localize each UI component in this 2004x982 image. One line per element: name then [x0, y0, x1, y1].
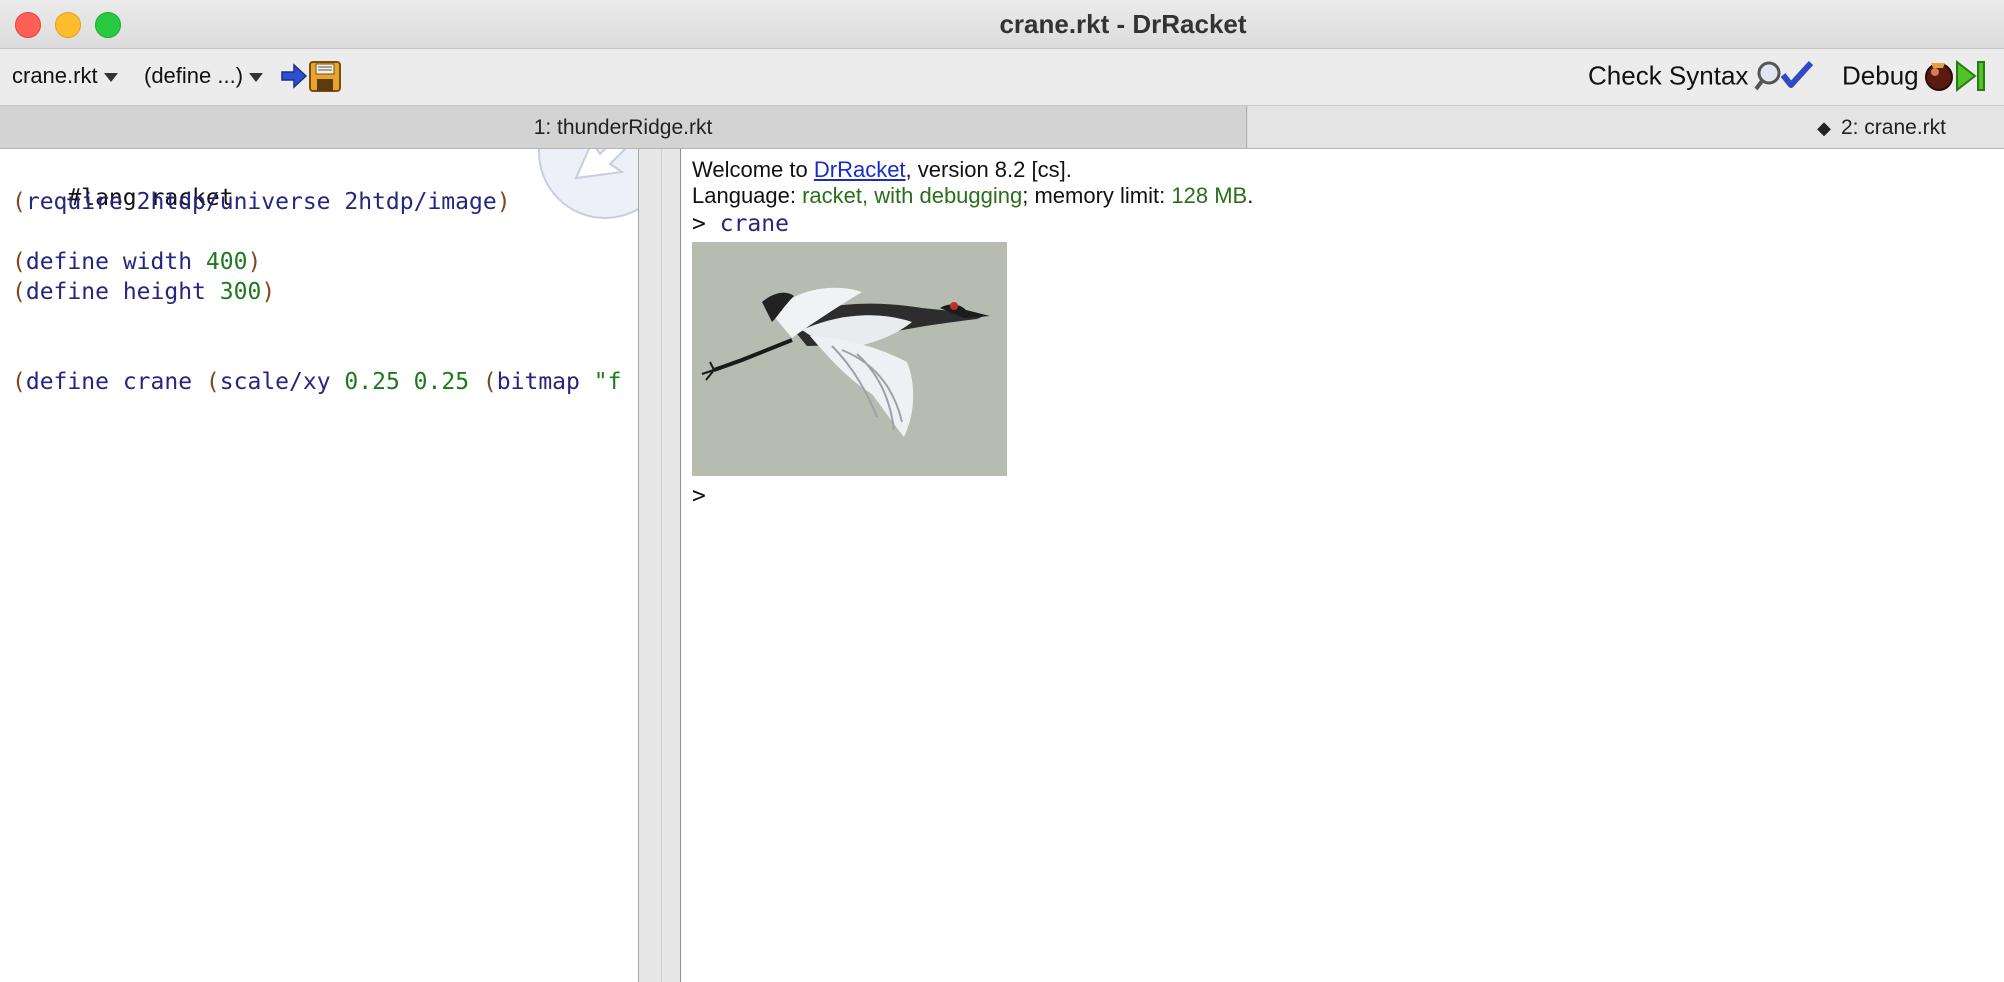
- crane-image: [692, 242, 1007, 476]
- tab-thunderridge[interactable]: 1: thunderRidge.rkt: [0, 106, 1247, 148]
- define-menu-label: (define ...): [144, 63, 244, 88]
- online-check-badge[interactable]: [538, 149, 638, 219]
- crane-name: crane: [122, 369, 193, 395]
- file-menu-label: crane.rkt: [12, 63, 98, 88]
- repl-prompt-empty[interactable]: >: [692, 483, 706, 509]
- language-prefix: Language:: [692, 183, 803, 208]
- height-name: height: [122, 279, 206, 305]
- language-value: racket, with debugging: [802, 183, 1023, 208]
- debug-icon: [1925, 59, 1986, 93]
- code-line-height: (define height 300): [12, 279, 276, 305]
- toolbar: crane.rkt (define ...) Check Syntax Debu…: [0, 49, 2004, 106]
- welcome-suffix: , version 8.2 [cs].: [905, 157, 1072, 182]
- check-syntax-label: Check Syntax: [1588, 60, 1749, 91]
- scale-fn: scale/xy: [219, 369, 331, 395]
- bitmap-path: "f: [593, 369, 622, 395]
- debug-button[interactable]: Debug: [1842, 59, 1989, 95]
- require-args: 2htdp/universe 2htdp/image: [136, 189, 497, 215]
- crane-picture: [701, 287, 990, 437]
- scale-y: 0.25: [413, 369, 470, 395]
- define-keyword: define: [25, 279, 109, 305]
- tab-label: 1: thunderRidge.rkt: [533, 116, 713, 139]
- welcome-prefix: Welcome to: [692, 157, 814, 182]
- code-line-require: (require 2htdp/universe 2htdp/image): [12, 189, 511, 215]
- drracket-link[interactable]: DrRacket: [814, 157, 906, 182]
- width-value: 400: [205, 249, 248, 275]
- arrow-icon: [574, 149, 627, 180]
- repl-input: crane: [719, 211, 789, 237]
- chevron-down-icon: [103, 72, 118, 82]
- welcome-line: Welcome to DrRacket, version 8.2 [cs].: [692, 157, 1072, 183]
- code-line-crane: (define crane (scale/xy 0.25 0.25 (bitma…: [12, 369, 622, 395]
- save-button[interactable]: [280, 59, 344, 93]
- tab-label: 2: crane.rkt: [1840, 116, 1946, 139]
- save-icon: [281, 61, 341, 92]
- require-keyword: require: [25, 189, 123, 215]
- window-title: crane.rkt - DrRacket: [999, 9, 1247, 39]
- check-syntax-button[interactable]: Check Syntax: [1588, 59, 1819, 95]
- debug-label: Debug: [1842, 60, 1919, 91]
- define-keyword: define: [25, 369, 109, 395]
- interactions-pane[interactable]: Welcome to DrRacket, version 8.2 [cs]. L…: [681, 149, 2004, 982]
- memory-value: 128 MB: [1171, 183, 1248, 208]
- prompt-symbol: >: [692, 211, 706, 237]
- scale-x: 0.25: [344, 369, 400, 395]
- active-tab-marker: ◆: [1817, 118, 1831, 138]
- tab-bar: 1: thunderRidge.rkt ◆ 2: crane.rkt: [0, 106, 2004, 149]
- language-line: Language: racket, with debugging; memory…: [692, 183, 1253, 209]
- repl-prompt-line: > crane: [692, 211, 789, 237]
- chevron-down-icon: [249, 72, 264, 82]
- magnifier-check-icon: [1754, 60, 1814, 91]
- prompt-symbol: >: [692, 483, 706, 509]
- memory-suffix: .: [1247, 183, 1254, 208]
- define-menu[interactable]: (define ...): [144, 63, 264, 89]
- file-menu[interactable]: crane.rkt: [12, 63, 118, 89]
- splitter-divider: [661, 149, 662, 982]
- define-keyword: define: [25, 249, 109, 275]
- pane-splitter[interactable]: [639, 149, 681, 982]
- tab-crane[interactable]: ◆ 2: crane.rkt: [1248, 106, 2004, 148]
- height-value: 300: [219, 279, 262, 305]
- width-name: width: [122, 249, 193, 275]
- memory-prefix: ; memory limit:: [1022, 183, 1172, 208]
- definitions-editor[interactable]: #lang racket (require 2htdp/universe 2ht…: [0, 149, 639, 982]
- code-line-width: (define width 400): [12, 249, 262, 275]
- title-bar: crane.rkt - DrRacket: [0, 0, 2004, 49]
- bitmap-fn: bitmap: [496, 369, 580, 395]
